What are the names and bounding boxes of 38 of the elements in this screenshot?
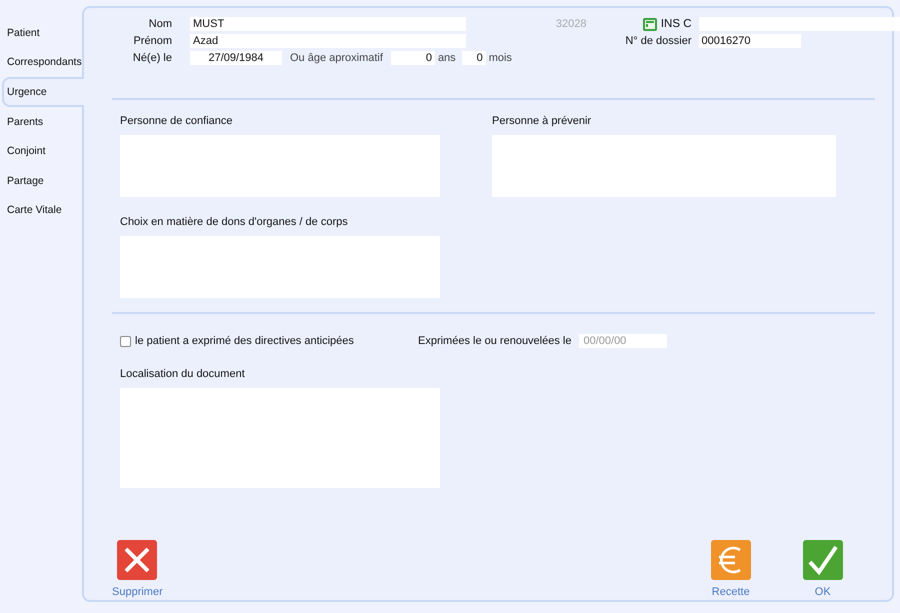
checkmark-icon [802,540,843,580]
text-field[interactable]: 27/09/1984 [190,51,282,65]
checkbox-label: le patient a exprimé des directives anticipées [135,335,355,347]
field-label: INS C [660,18,692,30]
euro-icon [710,540,751,580]
patient-number: 32028 [556,18,587,32]
payment-button[interactable]: Recette [710,540,751,598]
unit-label: ans [438,52,456,64]
field-label: Né(e) le [132,52,172,64]
side-tab[interactable]: Carte Vitale [0,196,82,226]
section-label: Personne de confiance [120,115,234,127]
field-label: Prénom [132,35,172,47]
card-icon [642,18,657,30]
side-tab[interactable]: Patient [0,18,82,48]
text-field[interactable] [698,17,900,31]
ok-button[interactable]: OK [802,540,843,598]
side-tab[interactable]: Conjoint [0,136,82,166]
section-label: Personne à prévenir [492,115,592,127]
date-field[interactable]: 00/00/00 [579,334,668,348]
side-tab[interactable]: Urgence [2,77,84,107]
field-label: Exprimées le ou renouvelées le [418,335,572,347]
field-label: N° de dossier [624,35,692,47]
text-field[interactable]: 0 [462,51,486,65]
side-tab[interactable]: Correspondants [0,48,82,78]
text-field[interactable]: MUST [190,17,466,31]
field-label: Nom [148,18,172,30]
side-tab[interactable]: Parents [0,106,82,136]
section-label: Localisation du document [120,368,246,380]
checkbox[interactable] [120,336,131,346]
text-field[interactable]: Azad [190,34,466,48]
side-tab[interactable]: Partage [0,166,82,196]
text-field[interactable]: 00016270 [698,34,801,48]
section-label: Choix en matière de dons d'organes / de corps [120,216,349,228]
delete-button[interactable]: Supprimer [112,540,163,598]
close-icon [117,540,158,580]
field-label: Ou âge aproximatif [290,52,383,64]
text-field[interactable]: 0 [390,51,435,65]
unit-label: mois [488,52,512,64]
